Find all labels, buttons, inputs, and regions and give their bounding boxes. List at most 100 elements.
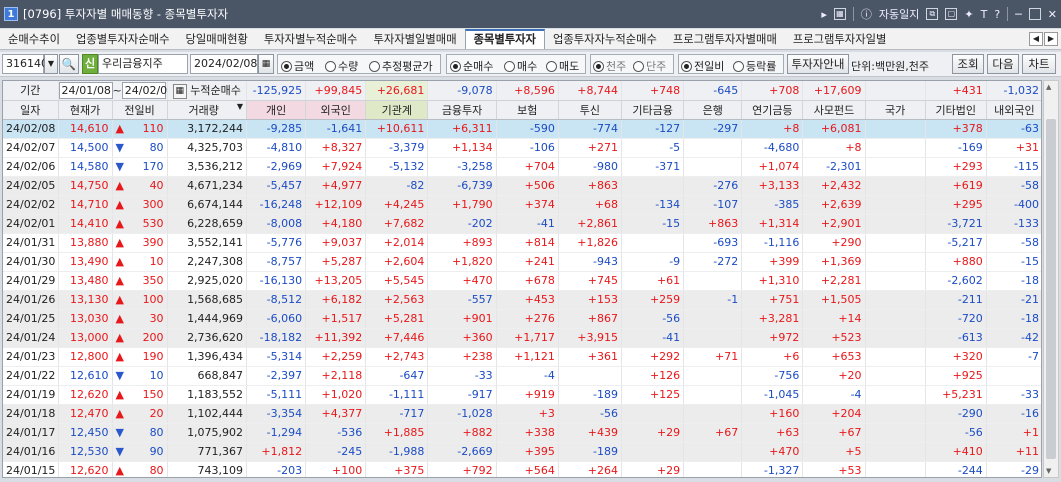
tab-4[interactable]: 투자자별일별매매: [365, 29, 464, 49]
tab-prev-icon[interactable]: ◀: [1029, 32, 1043, 46]
investor-table[interactable]: 기간24/01/08~24/02/08▦ 누적순매수-125,925+99,84…: [2, 80, 1042, 478]
radio-net-buy[interactable]: 순매수: [450, 58, 493, 74]
col-header-3[interactable]: 거래량 ▼: [167, 100, 248, 120]
cell-기타법인: -290: [925, 404, 987, 424]
next-screen-icon[interactable]: ▸: [821, 8, 827, 21]
table-row[interactable]: 24/01/30 13,490 ▲ 10 2,247,308 -8,757 +5,287 +2…: [3, 252, 1041, 272]
cell-사모펀드: +290: [802, 233, 866, 253]
col-header-11[interactable]: 은행: [683, 100, 743, 120]
radio-quantity[interactable]: 수량: [325, 58, 358, 74]
scroll-down-icon[interactable]: ▼: [1046, 467, 1051, 475]
tab-5[interactable]: 종목별투자자: [464, 29, 545, 49]
tab-6[interactable]: 업종투자자누적순매수: [545, 29, 665, 49]
tab-8[interactable]: 프로그램투자자일별: [785, 29, 895, 49]
sync-label[interactable]: 자동일지: [879, 6, 919, 22]
tab-1[interactable]: 업종별투자자순매수: [68, 29, 178, 49]
minimize-icon[interactable]: ─: [1015, 8, 1022, 21]
radio-thousand-shares[interactable]: 천주: [593, 58, 626, 74]
period-to-input[interactable]: 24/02/08: [121, 82, 166, 99]
cell-기관계: -1,111: [365, 385, 429, 405]
cell-내외국인: -29: [986, 461, 1041, 477]
cell-국가: [865, 271, 926, 291]
layout-icon[interactable]: ▦: [833, 8, 846, 20]
tab-3[interactable]: 투자자별누적순매수: [256, 29, 366, 49]
window-number-badge[interactable]: 1: [4, 7, 18, 21]
col-header-14[interactable]: 국가: [865, 100, 926, 120]
maximize-icon[interactable]: [1028, 8, 1041, 20]
link-icon[interactable]: ⧉: [926, 8, 939, 20]
tab-2[interactable]: 당일매매현황: [178, 29, 256, 49]
table-row[interactable]: 24/01/25 13,030 ▲ 30 1,444,969 -6,060 +1,517 +5…: [3, 309, 1041, 329]
info-icon[interactable]: ⓘ: [861, 6, 872, 22]
table-row[interactable]: 24/01/15 12,620 ▲ 80 743,109 -203 +100 +375 +792…: [3, 461, 1041, 477]
table-row[interactable]: 24/02/07 14,500 ▼ 80 4,325,703 -4,810 +8,327 -3…: [3, 138, 1041, 158]
cell-기타금융: [621, 404, 685, 424]
col-header-4[interactable]: 개인: [246, 100, 307, 120]
tab-next-icon[interactable]: ▶: [1044, 32, 1058, 46]
cell-price: 12,800: [58, 347, 113, 367]
radio-change-rate[interactable]: 등락률: [733, 58, 776, 74]
col-header-5[interactable]: 외국인: [305, 100, 367, 120]
col-header-7[interactable]: 금융투자: [427, 100, 497, 120]
col-header-2[interactable]: 전일비: [112, 100, 168, 120]
next-button[interactable]: 다음: [987, 54, 1019, 74]
col-header-13[interactable]: 사모펀드: [802, 100, 866, 120]
stock-code-input[interactable]: 316140: [2, 54, 48, 74]
calendar-icon[interactable]: ▦: [258, 54, 274, 74]
table-row[interactable]: 24/01/23 12,800 ▲ 190 1,396,434 -5,314 +2,259 +…: [3, 347, 1041, 367]
table-row[interactable]: 24/01/26 13,130 ▲ 100 1,568,685 -8,512 +6,182 +…: [3, 290, 1041, 310]
scroll-thumb[interactable]: [1046, 119, 1056, 459]
radio-avg-price[interactable]: 추정평균가: [369, 58, 433, 74]
chart-button[interactable]: 차트: [1022, 54, 1056, 74]
search-icon[interactable]: 🔍: [59, 54, 79, 74]
cell-기관계: +10,611: [365, 119, 429, 139]
table-row[interactable]: 24/01/18 12,470 ▲ 20 1,102,444 -3,354 +4,377 -7…: [3, 404, 1041, 424]
period-calendar-icon[interactable]: ▦: [172, 83, 187, 99]
table-row[interactable]: 24/02/01 14,410 ▲ 530 6,228,659 -8,008 +4,180 +…: [3, 214, 1041, 234]
help-icon[interactable]: ?: [994, 8, 1000, 21]
radio-amount[interactable]: 금액: [281, 58, 314, 74]
table-row[interactable]: 24/02/06 14,580 ▼ 170 3,536,212 -2,969 +7,924-…: [3, 157, 1041, 177]
table-row[interactable]: 24/02/05 14,750 ▲ 40 4,671,234 -5,457 +4,977 -8…: [3, 176, 1041, 196]
table-row[interactable]: 24/02/02 14,710 ▲ 300 6,674,144 -16,248 +12,10…: [3, 195, 1041, 215]
col-header-10[interactable]: 기타금융: [621, 100, 685, 120]
col-header-8[interactable]: 보험: [496, 100, 559, 120]
period-from-input[interactable]: 24/01/08: [58, 82, 113, 99]
table-row[interactable]: 24/01/22 12,610 ▼ 10 668,847 -2,397 +2,118 -647…: [3, 366, 1041, 386]
code-dropdown-icon[interactable]: ▼: [44, 54, 58, 74]
vertical-scrollbar[interactable]: ▲ ▼: [1043, 80, 1059, 478]
radio-sell[interactable]: 매도: [546, 58, 579, 74]
tab-7[interactable]: 프로그램투자자별매매: [665, 29, 785, 49]
table-row[interactable]: 24/01/19 12,620 ▲ 150 1,183,552 -5,111 +1,020-…: [3, 385, 1041, 405]
table-row[interactable]: 24/01/29 13,480 ▲ 350 2,925,020 -16,130 +13,20…: [3, 271, 1041, 291]
col-header-1[interactable]: 현재가: [58, 100, 113, 120]
table-row[interactable]: 24/01/16 12,530 ▼ 90 771,367 +1,812 -245 -1,988…: [3, 442, 1041, 462]
col-header-6[interactable]: 기관계: [365, 100, 429, 120]
table-row[interactable]: 24/01/24 13,000 ▲ 200 2,736,620 -18,182 +11,39…: [3, 328, 1041, 348]
table-row[interactable]: 24/02/08 14,610 ▲ 110 3,172,244 -9,285 -1,641 +…: [3, 119, 1041, 139]
table-row[interactable]: 24/01/17 12,450 ▼ 80 1,075,902 -1,294 -536 +1,8…: [3, 423, 1041, 443]
tab-0[interactable]: 순매수추이: [0, 29, 68, 49]
col-header-16[interactable]: 내외국인: [986, 100, 1041, 120]
investor-guide-button[interactable]: 투자자안내: [787, 54, 849, 74]
radio-prev-day[interactable]: 전일비: [681, 58, 724, 74]
col-header-15[interactable]: 기타법인: [925, 100, 987, 120]
font-size-icon[interactable]: T: [981, 8, 988, 21]
cell-기관계: +2,743: [365, 347, 429, 367]
table-row[interactable]: 24/01/31 13,880 ▲ 390 3,552,141 -5,776 +9,037 +…: [3, 233, 1041, 253]
cell-국가: [865, 328, 926, 348]
popup-icon[interactable]: ▢: [945, 8, 958, 20]
scroll-up-icon[interactable]: ▲: [1046, 83, 1051, 91]
cell-개인: -8,757: [246, 252, 307, 272]
query-date-input[interactable]: 2024/02/08: [190, 54, 258, 74]
radio-single-shares[interactable]: 단주: [633, 58, 666, 74]
query-button[interactable]: 조회: [952, 54, 984, 74]
radio-buy[interactable]: 매수: [504, 58, 537, 74]
pin-icon[interactable]: ✦: [964, 8, 973, 21]
col-header-9[interactable]: 투신: [558, 100, 623, 120]
col-header-0[interactable]: 일자: [3, 100, 59, 120]
cell-국가: [865, 423, 926, 443]
volume-sort-icon[interactable]: ▼: [237, 102, 243, 111]
close-icon[interactable]: ✕: [1048, 8, 1057, 21]
col-header-12[interactable]: 연기금등: [741, 100, 804, 120]
